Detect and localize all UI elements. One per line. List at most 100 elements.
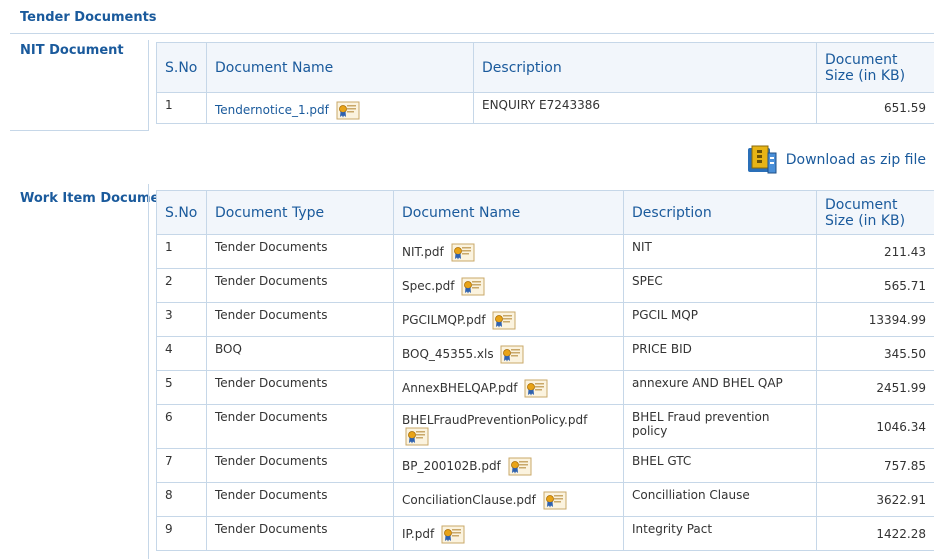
- certificate-icon[interactable]: [451, 243, 475, 262]
- download-zip-link[interactable]: Download as zip file: [786, 152, 926, 168]
- row-document-type: Tender Documents: [206, 370, 394, 405]
- table-row: 3 Tender Documents PGCILMQP.pdf PGCIL MQP 1…: [156, 302, 934, 337]
- document-name[interactable]: PGCILMQP.pdf: [402, 313, 486, 327]
- certificate-icon[interactable]: [441, 525, 465, 544]
- table-row: 1 Tendernotice_1.pdf ENQUIRY E7243386 651.…: [156, 92, 934, 124]
- document-name[interactable]: NIT.pdf: [402, 245, 444, 259]
- row-description: Integrity Pact: [623, 516, 817, 551]
- col-header-document-size: Document Size (in KB): [816, 190, 934, 235]
- col-header-sno: S.No: [156, 190, 207, 235]
- document-name[interactable]: AnnexBHELQAP.pdf: [402, 381, 518, 395]
- table-row: 9 Tender Documents IP.pdf Integrity Pact 14…: [156, 516, 934, 551]
- col-header-document-name: Document Name: [393, 190, 624, 235]
- table-row: 2 Tender Documents Spec.pdf SPEC 565.71: [156, 268, 934, 303]
- certificate-icon[interactable]: [508, 457, 532, 476]
- row-description: SPEC: [623, 268, 817, 303]
- row-description: annexure AND BHEL QAP: [623, 370, 817, 405]
- row-document-size: 3622.91: [816, 482, 934, 517]
- row-document-type: Tender Documents: [206, 234, 394, 269]
- work-item-documents-table: S.No Document Type Document Name Descrip…: [156, 190, 934, 551]
- document-name[interactable]: BHELFraudPreventionPolicy.pdf: [402, 413, 587, 427]
- zip-archive-icon[interactable]: [746, 145, 778, 175]
- row-description: PGCIL MQP: [623, 302, 817, 337]
- title-divider: [10, 33, 934, 34]
- row-document-name: IP.pdf: [393, 516, 624, 551]
- row-document-size: 1046.34: [816, 404, 934, 449]
- col-header-document-type: Document Type: [206, 190, 394, 235]
- row-document-size: 13394.99: [816, 302, 934, 337]
- work-item-section-divider: [148, 184, 149, 559]
- row-document-type: Tender Documents: [206, 516, 394, 551]
- row-document-type: Tender Documents: [206, 268, 394, 303]
- row-document-size: 757.85: [816, 448, 934, 483]
- row-document-name: BOQ_45355.xls: [393, 336, 624, 371]
- document-name[interactable]: Spec.pdf: [402, 279, 455, 293]
- certificate-icon[interactable]: [500, 345, 524, 364]
- tender-documents-page: Tender Documents NIT Document S.No Docum…: [0, 0, 934, 559]
- row-document-type: BOQ: [206, 336, 394, 371]
- col-header-document-name: Document Name: [206, 42, 474, 93]
- certificate-icon[interactable]: [543, 491, 567, 510]
- row-sno: 7: [156, 448, 207, 483]
- row-document-name: BHELFraudPreventionPolicy.pdf: [393, 404, 624, 449]
- document-name[interactable]: BOQ_45355.xls: [402, 347, 494, 361]
- col-header-sno: S.No: [156, 42, 207, 93]
- nit-document-table: S.No Document Name Description Document …: [156, 42, 934, 124]
- row-sno: 1: [156, 234, 207, 269]
- row-sno: 3: [156, 302, 207, 337]
- row-description: Concilliation Clause: [623, 482, 817, 517]
- download-zip[interactable]: Download as zip file: [746, 145, 926, 175]
- table-row: 5 Tender Documents AnnexBHELQAP.pdf annexu…: [156, 370, 934, 405]
- row-sno: 2: [156, 268, 207, 303]
- row-description: ENQUIRY E7243386: [473, 92, 817, 124]
- nit-table-header-row: S.No Document Name Description Document …: [156, 42, 934, 93]
- col-header-description: Description: [623, 190, 817, 235]
- page-title: Tender Documents: [20, 10, 157, 25]
- row-document-name: BP_200102B.pdf: [393, 448, 624, 483]
- row-document-name: ConciliationClause.pdf: [393, 482, 624, 517]
- row-document-name: PGCILMQP.pdf: [393, 302, 624, 337]
- row-description: BHEL GTC: [623, 448, 817, 483]
- certificate-icon[interactable]: [405, 427, 429, 446]
- document-name[interactable]: BP_200102B.pdf: [402, 459, 501, 473]
- row-document-size: 565.71: [816, 268, 934, 303]
- row-sno: 9: [156, 516, 207, 551]
- table-row: 4 BOQ BOQ_45355.xls PRICE BID 345.50: [156, 336, 934, 371]
- row-sno: 1: [156, 92, 207, 124]
- row-description: NIT: [623, 234, 817, 269]
- table-row: 8 Tender Documents ConciliationClause.pdf …: [156, 482, 934, 517]
- row-document-size: 2451.99: [816, 370, 934, 405]
- row-document-size: 345.50: [816, 336, 934, 371]
- certificate-icon[interactable]: [524, 379, 548, 398]
- row-document-type: Tender Documents: [206, 404, 394, 449]
- certificate-icon[interactable]: [336, 101, 360, 120]
- document-name[interactable]: IP.pdf: [402, 527, 434, 541]
- col-header-document-size: Document Size (in KB): [816, 42, 934, 93]
- row-document-name: AnnexBHELQAP.pdf: [393, 370, 624, 405]
- row-document-size: 651.59: [816, 92, 934, 124]
- row-document-type: Tender Documents: [206, 482, 394, 517]
- row-sno: 8: [156, 482, 207, 517]
- nit-section-divider: [148, 40, 149, 130]
- nit-section-label: NIT Document: [20, 43, 124, 58]
- row-description: BHEL Fraud prevention policy: [623, 404, 817, 449]
- row-document-type: Tender Documents: [206, 448, 394, 483]
- document-name[interactable]: ConciliationClause.pdf: [402, 493, 536, 507]
- row-document-name: NIT.pdf: [393, 234, 624, 269]
- col-header-description: Description: [473, 42, 817, 93]
- row-document-name: Tendernotice_1.pdf: [206, 92, 474, 124]
- row-document-name: Spec.pdf: [393, 268, 624, 303]
- certificate-icon[interactable]: [461, 277, 485, 296]
- certificate-icon[interactable]: [492, 311, 516, 330]
- row-description: PRICE BID: [623, 336, 817, 371]
- row-document-size: 211.43: [816, 234, 934, 269]
- work-table-header-row: S.No Document Type Document Name Descrip…: [156, 190, 934, 235]
- row-sno: 6: [156, 404, 207, 449]
- row-document-size: 1422.28: [816, 516, 934, 551]
- document-link[interactable]: Tendernotice_1.pdf: [215, 103, 329, 117]
- table-row: 1 Tender Documents NIT.pdf NIT 211.43: [156, 234, 934, 269]
- row-sno: 4: [156, 336, 207, 371]
- row-sno: 5: [156, 370, 207, 405]
- row-document-type: Tender Documents: [206, 302, 394, 337]
- table-row: 6 Tender Documents BHELFraudPreventionPoli…: [156, 404, 934, 449]
